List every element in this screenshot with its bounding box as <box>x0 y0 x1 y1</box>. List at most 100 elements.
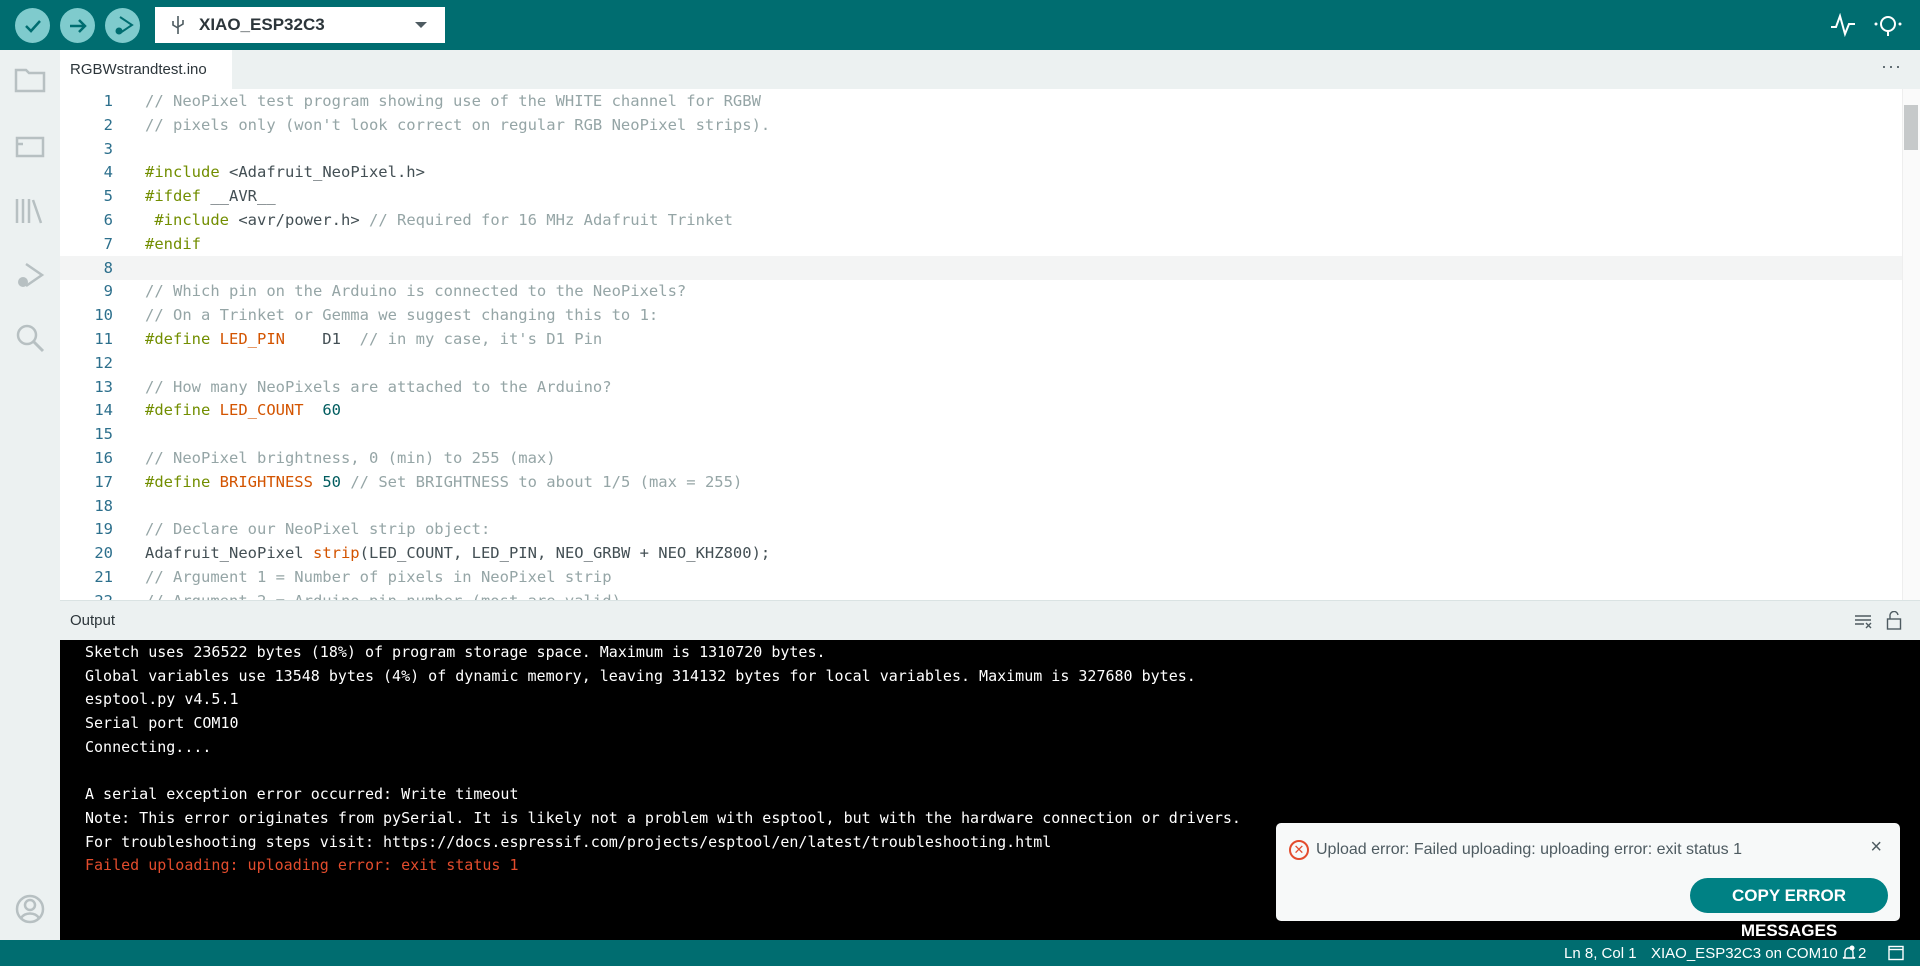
code-text: Adafruit_NeoPixel strip(LED_COUNT, LED_P… <box>145 541 770 565</box>
output-title: Output <box>70 612 116 629</box>
line-number: 7 <box>103 234 113 253</box>
line-number: 13 <box>94 377 113 396</box>
code-text: // Argument 1 = Number of pixels in NeoP… <box>145 565 612 589</box>
token-num: 50 <box>322 472 341 491</box>
code-text: // pixels only (won't look correct on re… <box>145 113 770 137</box>
notification-count[interactable]: 2 <box>1858 945 1866 962</box>
code-line[interactable]: 5 #ifdef __AVR__ <box>60 184 1902 208</box>
code-line[interactable]: 6 #include <avr/power.h> // Required for… <box>60 208 1902 232</box>
pulse-icon[interactable] <box>1830 13 1856 37</box>
debug-button[interactable] <box>105 8 140 43</box>
board-selector[interactable]: XIAO_ESP32C3 <box>155 7 445 43</box>
code-line[interactable]: 12 <box>60 351 1902 375</box>
output-line: A serial exception error occurred: Write… <box>85 785 519 804</box>
code-line[interactable]: 20 Adafruit_NeoPixel strip(LED_COUNT, LED… <box>60 541 1902 565</box>
close-icon[interactable]: × <box>1870 836 1882 859</box>
bell-icon[interactable] <box>1842 945 1856 961</box>
line-number: 12 <box>94 353 113 372</box>
code-text: // Which pin on the Arduino is connected… <box>145 279 686 303</box>
error-notification: ✕ Upload error: Failed uploading: upload… <box>1276 823 1900 940</box>
board-icon[interactable] <box>14 130 46 162</box>
code-line[interactable]: 7 #endif <box>60 232 1902 256</box>
clear-list-icon[interactable] <box>1854 613 1872 629</box>
line-number: 20 <box>94 544 113 563</box>
token-comment: // pixels only (won't look correct on re… <box>145 115 771 134</box>
code-line[interactable]: 21 // Argument 1 = Number of pixels in Ne… <box>60 565 1902 589</box>
code-text: // Argument 2 = Arduino pin number (most… <box>145 589 621 600</box>
code-line[interactable]: 1 // NeoPixel test program showing use of… <box>60 89 1902 113</box>
line-number: 4 <box>103 163 113 182</box>
code-line[interactable]: 15 <box>60 422 1902 446</box>
folder-icon[interactable] <box>14 64 46 96</box>
more-actions-icon[interactable]: ··· <box>1881 56 1902 77</box>
token-kw: BRIGHTNESS <box>219 472 313 491</box>
token-num: 60 <box>322 401 341 420</box>
line-number: 10 <box>94 306 113 325</box>
unlock-icon[interactable] <box>1886 611 1902 630</box>
code-text: // How many NeoPixels are attached to th… <box>145 375 612 399</box>
code-line[interactable]: 2 // pixels only (won't look correct on r… <box>60 113 1902 137</box>
usb-icon <box>172 16 184 34</box>
line-number: 3 <box>103 139 113 158</box>
token-pre: #include <box>145 163 229 182</box>
output-line: Connecting.... <box>85 737 212 756</box>
verify-button[interactable] <box>15 8 50 43</box>
code-line[interactable]: 17 #define BRIGHTNESS 50 // Set BRIGHTNES… <box>60 470 1902 494</box>
code-line[interactable]: 16 // NeoPixel brightness, 0 (min) to 255… <box>60 446 1902 470</box>
token-pre: #define <box>145 472 220 491</box>
profile-icon[interactable] <box>14 893 46 925</box>
line-number: 19 <box>94 520 113 539</box>
arrow-right-icon <box>69 18 87 33</box>
board-name: XIAO_ESP32C3 <box>199 15 325 34</box>
token-kw: LED_PIN <box>219 330 285 348</box>
code-line[interactable]: 14 #define LED_COUNT 60 <box>60 398 1902 422</box>
toggle-panel-icon[interactable] <box>1888 945 1904 961</box>
code-line[interactable]: 11 #define LED_PIN D1 // in my case, it's… <box>60 327 1902 351</box>
code-text: #include <Adafruit_NeoPixel.h> <box>145 160 425 184</box>
code-line[interactable]: 10 // On a Trinket or Gemma we suggest ch… <box>60 303 1902 327</box>
code-line[interactable]: 4 #include <Adafruit_NeoPixel.h> <box>60 160 1902 184</box>
line-number: 16 <box>94 449 113 467</box>
line-number: 18 <box>94 496 113 515</box>
token-plain: __AVR__ <box>210 187 276 206</box>
debug-icon[interactable] <box>14 260 46 292</box>
error-circle-icon: ✕ <box>1289 840 1309 860</box>
code-line[interactable]: 3 <box>60 137 1902 161</box>
editor-scrollbar-thumb[interactable] <box>1904 105 1918 150</box>
code-text: #ifdef __AVR__ <box>145 184 276 208</box>
token-kw: strip <box>312 544 360 563</box>
library-icon[interactable] <box>14 195 46 227</box>
line-number: 14 <box>94 401 113 420</box>
notification-message: Upload error: Failed uploading: uploadin… <box>1316 841 1743 858</box>
code-line[interactable]: 8 <box>60 255 1902 280</box>
chevron-down-icon <box>415 22 427 28</box>
line-number: 15 <box>94 425 113 444</box>
magnifier-dots-icon[interactable] <box>1873 13 1903 37</box>
search-icon[interactable] <box>14 322 46 354</box>
cursor-position[interactable]: Ln 8, Col 1 <box>1564 945 1637 962</box>
code-line[interactable]: 18 <box>60 494 1902 518</box>
token-comment: // Required for 16 MHz Adafruit Trinket <box>369 211 733 229</box>
output-line: Sketch uses 236522 bytes (18%) of progra… <box>85 643 826 661</box>
code-text: // Declare our NeoPixel strip object: <box>145 517 490 541</box>
token-comment: // NeoPixel test program showing use of … <box>145 92 761 110</box>
token-plain: <avr/power.h> <box>238 211 369 229</box>
code-editor[interactable]: 1 // NeoPixel test program showing use of… <box>60 89 1902 600</box>
output-header: Output <box>60 600 1920 640</box>
debug-play-icon <box>115 15 134 34</box>
copy-error-messages-button[interactable]: COPY ERROR MESSAGES <box>1690 878 1888 940</box>
editor-scrollbar[interactable] <box>1902 89 1920 600</box>
board-port[interactable]: XIAO_ESP32C3 on COM10 <box>1651 945 1838 962</box>
token-comment: // Argument 2 = Arduino pin number (most… <box>145 592 621 600</box>
output-line: Global variables use 13548 bytes (4%) of… <box>85 666 1196 685</box>
upload-button[interactable] <box>60 8 95 43</box>
line-number: 8 <box>103 258 113 277</box>
code-line[interactable]: 13 // How many NeoPixels are attached to … <box>60 375 1902 399</box>
tab-bar: RGBWstrandtest.ino ··· <box>60 50 1920 89</box>
code-line[interactable]: 9 // Which pin on the Arduino is connecte… <box>60 279 1902 303</box>
code-text: // On a Trinket or Gemma we suggest chan… <box>145 303 658 327</box>
code-line[interactable]: 19 // Declare our NeoPixel strip object: <box>60 517 1902 541</box>
tab-rgbwstrandtest[interactable]: RGBWstrandtest.ino <box>60 50 232 89</box>
status-bar: Ln 8, Col 1 XIAO_ESP32C3 on COM10 2 <box>0 940 1920 966</box>
code-line[interactable]: 22 // Argument 2 = Arduino pin number (mo… <box>60 589 1902 600</box>
